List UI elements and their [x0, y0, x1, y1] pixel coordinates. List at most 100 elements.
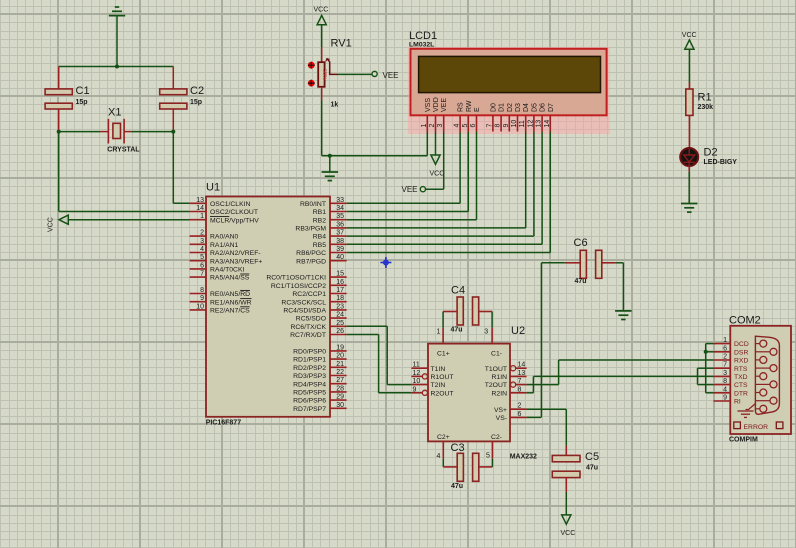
svg-text:35: 35 [336, 213, 344, 220]
svg-text:6: 6 [723, 345, 727, 352]
svg-text:2: 2 [429, 124, 436, 128]
svg-text:LED-BIGY: LED-BIGY [704, 159, 738, 166]
svg-text:RC6/TX/CK: RC6/TX/CK [290, 324, 326, 331]
svg-text:36: 36 [336, 221, 344, 228]
svg-text:230k: 230k [698, 104, 714, 111]
svg-text:T1OUT: T1OUT [485, 366, 507, 373]
svg-text:RC2/CCP1: RC2/CCP1 [292, 291, 326, 298]
svg-text:RE0/AN5/RD: RE0/AN5/RD [210, 291, 250, 298]
svg-text:8: 8 [723, 378, 727, 385]
svg-text:16: 16 [336, 279, 344, 286]
svg-text:8: 8 [518, 386, 522, 393]
svg-text:E: E [474, 107, 481, 112]
svg-text:RC4/SDI/SDA: RC4/SDI/SDA [283, 308, 326, 315]
svg-text:9: 9 [723, 395, 727, 402]
svg-text:1k: 1k [331, 101, 339, 108]
svg-text:RW: RW [466, 100, 473, 112]
svg-text:RD0/PSP0: RD0/PSP0 [293, 349, 326, 356]
svg-text:13: 13 [196, 197, 204, 204]
svg-text:15p: 15p [76, 99, 88, 106]
svg-text:2: 2 [518, 403, 522, 410]
svg-text:19: 19 [336, 344, 344, 351]
svg-text:VEE: VEE [383, 71, 399, 80]
svg-text:38: 38 [336, 238, 344, 245]
svg-text:D6: D6 [540, 103, 547, 112]
svg-text:14: 14 [544, 120, 551, 128]
svg-text:T2IN: T2IN [431, 382, 446, 389]
svg-text:47u: 47u [451, 326, 463, 333]
svg-text:C3: C3 [451, 442, 465, 454]
svg-text:12: 12 [413, 370, 421, 377]
svg-text:RB5: RB5 [313, 242, 326, 249]
svg-text:C6: C6 [574, 237, 588, 249]
svg-text:25: 25 [336, 320, 344, 327]
svg-text:6: 6 [518, 411, 522, 418]
svg-text:50%: 50% [321, 69, 327, 80]
svg-text:D0: D0 [490, 103, 497, 112]
svg-text:VEE: VEE [402, 185, 418, 194]
svg-text:RB6/PGC: RB6/PGC [296, 250, 326, 257]
svg-text:RE1/AN6/WR: RE1/AN6/WR [210, 299, 252, 306]
svg-text:47u: 47u [451, 483, 463, 490]
svg-text:PIC16F877: PIC16F877 [206, 420, 242, 427]
svg-text:ERROR: ERROR [744, 424, 769, 431]
svg-text:3: 3 [200, 238, 204, 245]
svg-text:RA3/AN3/VREF+: RA3/AN3/VREF+ [210, 258, 262, 265]
svg-text:10: 10 [413, 378, 421, 385]
svg-text:C1: C1 [76, 85, 90, 97]
svg-text:37: 37 [336, 230, 344, 237]
svg-text:VCC: VCC [430, 171, 445, 178]
svg-text:R2IN: R2IN [492, 390, 508, 397]
svg-text:7: 7 [200, 271, 204, 278]
svg-text:RA1/AN1: RA1/AN1 [210, 242, 239, 249]
svg-text:47u: 47u [586, 465, 598, 472]
svg-text:RC7/RX/DT: RC7/RX/DT [290, 332, 326, 339]
svg-text:RB7/PGD: RB7/PGD [296, 258, 326, 265]
svg-text:RA5/AN4/SS: RA5/AN4/SS [210, 275, 250, 282]
svg-text:34: 34 [336, 205, 344, 212]
svg-text:5: 5 [462, 124, 469, 128]
svg-text:T1IN: T1IN [431, 366, 446, 373]
svg-text:10: 10 [511, 120, 518, 128]
svg-text:D1: D1 [499, 103, 506, 112]
svg-text:DCD: DCD [734, 341, 749, 348]
svg-text:VSS: VSS [425, 98, 432, 112]
svg-text:U2: U2 [511, 325, 525, 337]
svg-text:VCC: VCC [48, 217, 55, 232]
svg-text:RC1/T1OSI/CCP2: RC1/T1OSI/CCP2 [271, 283, 326, 290]
svg-text:1: 1 [421, 124, 428, 128]
svg-text:U1: U1 [206, 182, 220, 194]
svg-text:8: 8 [200, 287, 204, 294]
svg-text:R2OUT: R2OUT [431, 390, 454, 397]
svg-text:7: 7 [723, 362, 727, 369]
svg-text:13: 13 [518, 370, 526, 377]
svg-text:COM2: COM2 [729, 315, 761, 327]
svg-text:39: 39 [336, 246, 344, 253]
svg-text:11: 11 [519, 120, 526, 127]
svg-text:RD6/PSP6: RD6/PSP6 [293, 398, 326, 405]
svg-text:2: 2 [723, 354, 727, 361]
svg-text:RS: RS [458, 102, 465, 112]
svg-text:D5: D5 [531, 103, 538, 112]
svg-text:7: 7 [486, 124, 493, 128]
svg-text:21: 21 [336, 361, 344, 368]
svg-text:C2: C2 [190, 85, 204, 97]
svg-text:RB4: RB4 [313, 234, 326, 241]
svg-text:47u: 47u [575, 278, 587, 285]
svg-text:RD1/PSP1: RD1/PSP1 [293, 357, 326, 364]
svg-text:VCC: VCC [561, 530, 576, 537]
svg-text:14: 14 [196, 205, 204, 212]
svg-text:CTS: CTS [734, 382, 748, 389]
svg-text:20: 20 [336, 353, 344, 360]
svg-text:TXD: TXD [734, 374, 748, 381]
svg-text:6: 6 [470, 124, 477, 128]
svg-text:RD3/PSP3: RD3/PSP3 [293, 373, 326, 380]
svg-text:OSC2/CLKOUT: OSC2/CLKOUT [210, 209, 258, 216]
svg-text:DTR: DTR [734, 390, 748, 397]
svg-text:9: 9 [413, 386, 417, 393]
svg-text:RV1: RV1 [331, 37, 352, 49]
svg-text:C1-: C1- [491, 351, 502, 358]
svg-text:17: 17 [336, 287, 344, 294]
svg-text:C4: C4 [451, 285, 465, 297]
svg-text:D2: D2 [507, 103, 514, 112]
